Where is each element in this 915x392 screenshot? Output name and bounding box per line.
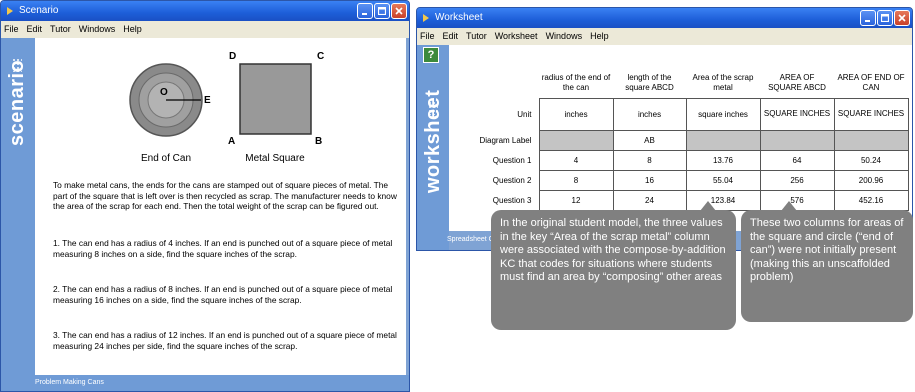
table-cell[interactable]: 256 — [759, 169, 835, 191]
menu-file[interactable]: File — [4, 24, 19, 34]
worksheet-menubar: File Edit Tutor Worksheet Windows Help — [417, 28, 912, 45]
menu-help[interactable]: Help — [590, 31, 609, 41]
maximize-button[interactable] — [374, 3, 390, 19]
row-label: Unit — [517, 109, 532, 119]
scenario-menubar: File Edit Tutor Windows Help — [1, 21, 409, 38]
corner-d-label: D — [229, 51, 236, 62]
close-button[interactable] — [391, 3, 407, 19]
scenario-side-panel: scenario — [1, 38, 35, 391]
scenario-statusbar: Problem Making Cans — [1, 375, 409, 391]
menu-edit[interactable]: Edit — [443, 31, 459, 41]
table-cell[interactable]: 24 — [612, 189, 687, 211]
row-label: Question 3 — [492, 195, 532, 205]
metal-square — [239, 63, 312, 135]
scenario-window: Scenario File Edit Tutor Windows Help scenar… — [0, 0, 410, 392]
worksheet-title: Worksheet — [435, 12, 483, 23]
table-cell[interactable]: 576 — [759, 189, 835, 211]
corner-c-label: C — [317, 51, 324, 62]
table-cell[interactable]: 55.04 — [685, 169, 761, 191]
table-row: Question 1 4 8 13.76 64 50.24 — [456, 149, 909, 171]
corner-a-label: A — [228, 136, 235, 147]
scenario-app-icon — [7, 7, 13, 15]
maximize-button[interactable] — [877, 10, 893, 26]
worksheet-side-panel: ? worksheet — [417, 45, 449, 250]
table-row: Unit inches inches square inches SQUARE … — [456, 97, 909, 131]
scenario-title: Scenario — [19, 5, 59, 16]
menu-edit[interactable]: Edit — [27, 24, 43, 34]
worksheet-side-label: worksheet — [422, 89, 444, 193]
menu-windows[interactable]: Windows — [79, 24, 116, 34]
table-cell[interactable] — [759, 129, 835, 151]
square-label: Metal Square — [245, 153, 305, 164]
problem-intro: To make metal cans, the ends for the can… — [53, 180, 397, 212]
table-cell[interactable]: square inches — [685, 97, 761, 131]
table-cell[interactable]: 200.96 — [833, 169, 909, 191]
table-cell[interactable]: 16 — [612, 169, 687, 191]
worksheet-table: radius of the end of the can length of t… — [456, 68, 909, 211]
worksheet-app-icon — [423, 14, 429, 22]
question-2-text: 2. The can end has a radius of 8 inches.… — [53, 284, 393, 305]
problem-diagram: O E D C A B End of Can Metal Square — [129, 51, 324, 164]
table-cell[interactable]: 13.76 — [685, 149, 761, 171]
row-label: Question 2 — [492, 175, 532, 185]
menu-worksheet[interactable]: Worksheet — [495, 31, 538, 41]
column-header: AREA OF END OF CAN — [837, 73, 905, 92]
table-row: Question 2 8 16 55.04 256 200.96 — [456, 169, 909, 191]
right-callout: These two columns for areas of the squar… — [741, 210, 913, 322]
point-o-label: O — [160, 87, 168, 98]
table-cell[interactable]: SQUARE INCHES — [833, 97, 909, 131]
corner-b-label: B — [315, 136, 322, 147]
column-header: radius of the end of the can — [541, 73, 611, 92]
menu-tutor[interactable]: Tutor — [466, 31, 487, 41]
close-button[interactable] — [894, 10, 910, 26]
menu-help[interactable]: Help — [123, 24, 142, 34]
table-row: Diagram Label AB — [456, 129, 909, 151]
table-row: Question 3 12 24 123.84 576 452.16 — [456, 189, 909, 211]
help-button[interactable]: ? — [423, 47, 439, 63]
table-cell[interactable]: 50.24 — [833, 149, 909, 171]
table-cell[interactable]: SQUARE INCHES — [759, 97, 835, 131]
can-label: End of Can — [141, 153, 191, 164]
minimize-button[interactable] — [357, 3, 373, 19]
column-header: length of the square ABCD — [625, 73, 674, 92]
header-row: radius of the end of the can length of t… — [456, 68, 908, 98]
worksheet-content: radius of the end of the can length of t… — [449, 45, 912, 231]
menu-windows[interactable]: Windows — [546, 31, 583, 41]
left-callout: In the original student model, the three… — [491, 210, 736, 330]
table-cell[interactable]: 64 — [759, 149, 835, 171]
table-cell[interactable]: 123.84 — [685, 189, 761, 211]
column-header: AREA OF SQUARE ABCD — [768, 73, 826, 92]
table-cell[interactable]: 8 — [538, 169, 614, 191]
table-cell[interactable]: inches — [612, 97, 687, 131]
scenario-titlebar[interactable]: Scenario — [1, 1, 409, 21]
table-cell[interactable] — [538, 129, 614, 151]
table-cell[interactable] — [685, 129, 761, 151]
table-cell[interactable]: inches — [538, 97, 614, 131]
minimize-button[interactable] — [860, 10, 876, 26]
question-1-text: 1. The can end has a radius of 4 inches.… — [53, 238, 393, 259]
table-cell[interactable]: 4 — [538, 149, 614, 171]
table-cell[interactable]: AB — [612, 129, 687, 151]
column-header: Area of the scrap metal — [692, 73, 754, 92]
question-3-text: 3. The can end has a radius of 12 inches… — [53, 330, 397, 351]
point-e-label: E — [204, 95, 211, 106]
worksheet-titlebar[interactable]: Worksheet — [417, 8, 912, 28]
table-cell[interactable] — [833, 129, 909, 151]
menu-file[interactable]: File — [420, 31, 435, 41]
table-cell[interactable]: 452.16 — [833, 189, 909, 211]
menu-tutor[interactable]: Tutor — [50, 24, 71, 34]
scenario-side-label: scenario — [6, 59, 28, 146]
row-label: Diagram Label — [479, 135, 532, 145]
table-cell[interactable]: 12 — [538, 189, 614, 211]
table-cell[interactable]: 8 — [612, 149, 687, 171]
row-label: Question 1 — [492, 155, 532, 165]
scenario-content: O E D C A B End of Can Metal Square To m… — [35, 38, 406, 375]
